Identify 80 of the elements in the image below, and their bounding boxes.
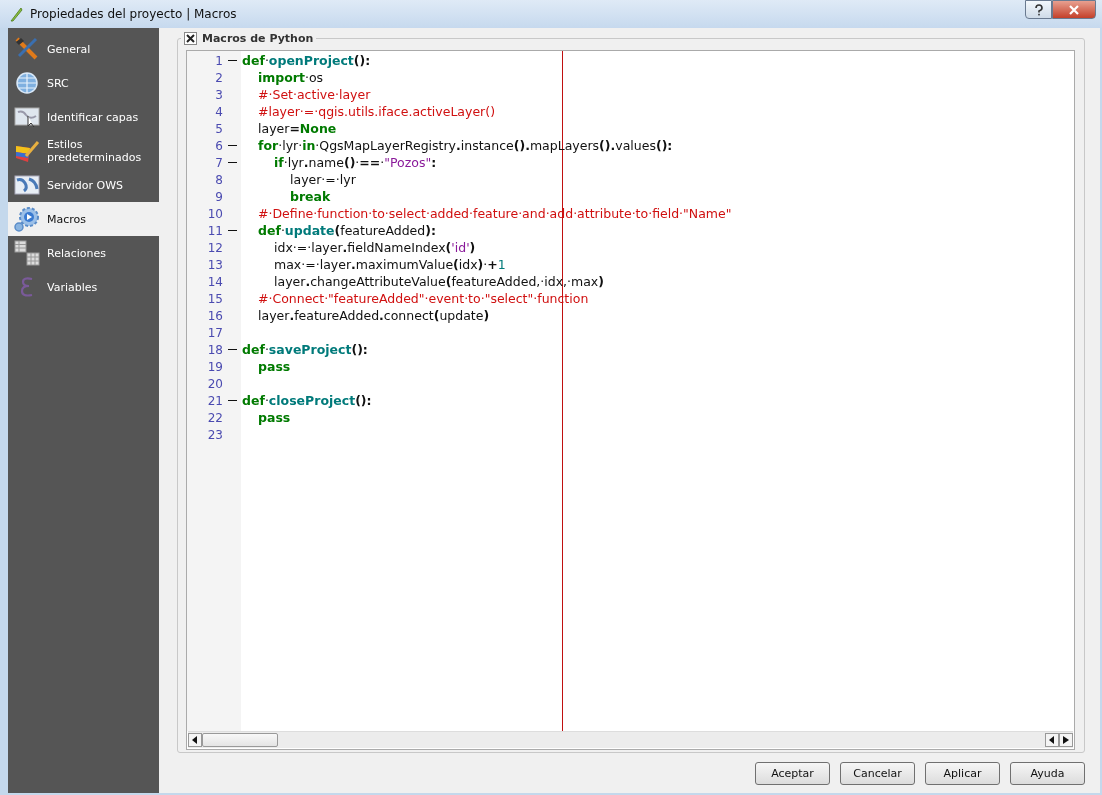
close-button[interactable]	[1052, 0, 1096, 19]
tables-icon	[14, 240, 40, 266]
line-number: 8	[214, 172, 223, 187]
fold-marker[interactable]	[228, 348, 237, 351]
scroll-left-button[interactable]	[188, 733, 202, 747]
line-number: 7	[214, 155, 223, 170]
line-number: 12	[206, 240, 223, 255]
left-arrow-icon	[192, 736, 198, 744]
sidebar-item[interactable]: Macros	[8, 202, 159, 236]
code-line: #·Set·active·layer	[258, 87, 371, 102]
line-number: 1	[214, 53, 223, 68]
line-number: 6	[214, 138, 223, 153]
dialog-button[interactable]: Cancelar	[840, 762, 915, 785]
fold-marker[interactable]	[228, 161, 237, 164]
line-number: 19	[206, 359, 223, 374]
gears-icon	[13, 205, 41, 233]
paintbrush-icon	[14, 138, 40, 164]
line-number: 16	[206, 308, 223, 323]
line-number: 23	[206, 427, 223, 442]
code-line: if·lyr.name()·==·"Pozos":	[274, 155, 437, 170]
code-line: layer=None	[258, 121, 337, 136]
sidebar-item[interactable]: General	[8, 32, 159, 66]
line-number: 21	[206, 393, 223, 408]
scroll-right-button[interactable]	[1059, 733, 1073, 747]
scroll-thumb[interactable]	[202, 733, 278, 747]
code-line: pass	[258, 410, 291, 425]
code-line: break	[290, 189, 331, 204]
code-line: idx·=·layer.fieldNameIndex('id')	[274, 240, 476, 255]
sidebar-item[interactable]: Identificar capas	[8, 100, 159, 134]
line-number: 5	[214, 121, 223, 136]
dialog-button[interactable]: Aplicar	[925, 762, 1000, 785]
sidebar-item[interactable]: Servidor OWS	[8, 168, 159, 202]
sidebar-item[interactable]: SRC	[8, 66, 159, 100]
code-line: def·closeProject():	[242, 393, 372, 408]
line-number: 15	[206, 291, 223, 306]
x-mark-icon	[186, 33, 195, 43]
line-number: 3	[214, 87, 223, 102]
sidebar-item[interactable]: Estilos predeterminados	[8, 134, 159, 168]
map-pointer-icon	[14, 106, 40, 128]
code-line: layer·=·lyr	[290, 172, 356, 187]
map-icon	[14, 175, 40, 195]
line-number: 22	[206, 410, 223, 425]
line-number: 20	[206, 376, 223, 391]
code-line: pass	[258, 359, 291, 374]
code-line: def·saveProject():	[242, 342, 368, 357]
line-number: 2	[214, 70, 223, 85]
code-line: max·=·layer.maximumValue(idx)·+1	[274, 257, 506, 272]
fold-marker[interactable]	[228, 399, 237, 402]
line-number: 13	[206, 257, 223, 272]
dialog-button[interactable]: Ayuda	[1010, 762, 1085, 785]
tools-icon	[14, 36, 40, 62]
code-line: #layer·=·qgis.utils.iface.activeLayer()	[258, 104, 495, 119]
window-title: Propiedades del proyecto | Macros	[30, 7, 237, 21]
horizontal-scrollbar[interactable]	[188, 731, 1073, 748]
dialog-button[interactable]: Aceptar	[755, 762, 830, 785]
right-arrow-icon	[1063, 736, 1069, 744]
code-line: def·update(featureAdded):	[258, 223, 436, 238]
help-icon	[1033, 3, 1044, 16]
fold-marker[interactable]	[228, 144, 237, 147]
line-number: 10	[206, 206, 223, 221]
line-number: 18	[206, 342, 223, 357]
sidebar-item[interactable]: Variables	[8, 270, 159, 304]
close-icon	[1068, 3, 1080, 16]
fold-marker[interactable]	[228, 229, 237, 232]
code-line: import·os	[258, 70, 324, 85]
scroll-left-button[interactable]	[1045, 733, 1059, 747]
line-number: 9	[214, 189, 223, 204]
globe-icon	[14, 70, 40, 96]
line-number: 11	[206, 223, 223, 238]
fold-marker[interactable]	[228, 59, 237, 62]
line-number: 4	[214, 104, 223, 119]
line-number: 17	[206, 325, 223, 340]
line-number: 14	[206, 274, 223, 289]
sidebar-item[interactable]: Relaciones	[8, 236, 159, 270]
checkbox[interactable]	[184, 31, 197, 45]
code-line: def·openProject():	[242, 53, 371, 68]
group-title: Macros de Python	[202, 31, 314, 45]
code-line: layer.featureAdded.connect(update)	[258, 308, 490, 323]
left-arrow-icon	[1049, 736, 1055, 744]
help-button[interactable]	[1025, 0, 1052, 19]
